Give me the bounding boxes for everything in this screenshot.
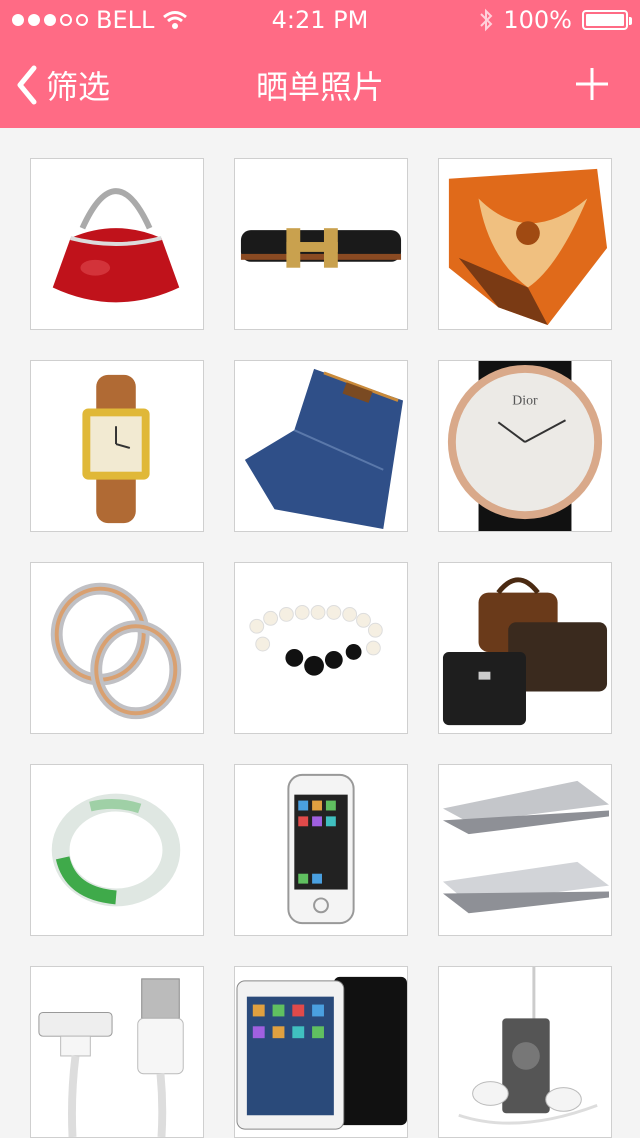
scarf-photo[interactable] <box>438 158 612 330</box>
page-title: 晒单照片 <box>255 68 384 106</box>
scarf-icon <box>448 168 608 326</box>
jeans-icon <box>244 368 404 530</box>
jade-bangle-photo[interactable] <box>30 764 204 936</box>
dior-watch-photo[interactable]: Dior <box>438 360 612 532</box>
usb-cable-photo[interactable] <box>30 966 204 1138</box>
belt-icon <box>240 228 402 268</box>
battery-percent: 100% <box>503 6 572 34</box>
jeans-photo[interactable] <box>234 360 408 532</box>
navbar: 筛选 晒单照片 <box>0 40 640 128</box>
svg-text:Dior: Dior <box>512 392 538 407</box>
cable-icon <box>38 978 184 1137</box>
wristwatch-photo[interactable] <box>30 360 204 532</box>
music-player-icon <box>458 967 598 1125</box>
belt-photo[interactable] <box>234 158 408 330</box>
bangle-icon <box>51 793 181 907</box>
ipod-earphones-photo[interactable] <box>438 966 612 1138</box>
photo-grid: Dior <box>30 158 612 1138</box>
leather-bags-photo[interactable] <box>438 562 612 734</box>
laptop-icon <box>442 780 610 914</box>
bracelet-icon <box>249 605 383 676</box>
phone-icon <box>287 773 355 925</box>
bags-icon <box>442 577 608 726</box>
watch-icon: Dior <box>447 361 603 531</box>
watch-icon <box>82 374 150 524</box>
rings-photo[interactable] <box>30 562 204 734</box>
bluetooth-icon <box>480 8 493 32</box>
ipad-photo[interactable] <box>234 966 408 1138</box>
header: BELL 4:21 PM 100% 筛选 晒单照片 <box>0 0 640 128</box>
status-bar: BELL 4:21 PM 100% <box>0 0 640 40</box>
rings-icon <box>50 582 182 720</box>
battery-icon <box>582 10 632 30</box>
plus-icon[interactable] <box>574 66 610 102</box>
macbook-photo[interactable] <box>438 764 612 936</box>
iphone-photo[interactable] <box>234 764 408 936</box>
pearl-bracelet-photo[interactable] <box>234 562 408 734</box>
handbag-icon <box>52 188 180 303</box>
tablet-icon <box>236 976 407 1130</box>
red-handbag-photo[interactable] <box>30 158 204 330</box>
